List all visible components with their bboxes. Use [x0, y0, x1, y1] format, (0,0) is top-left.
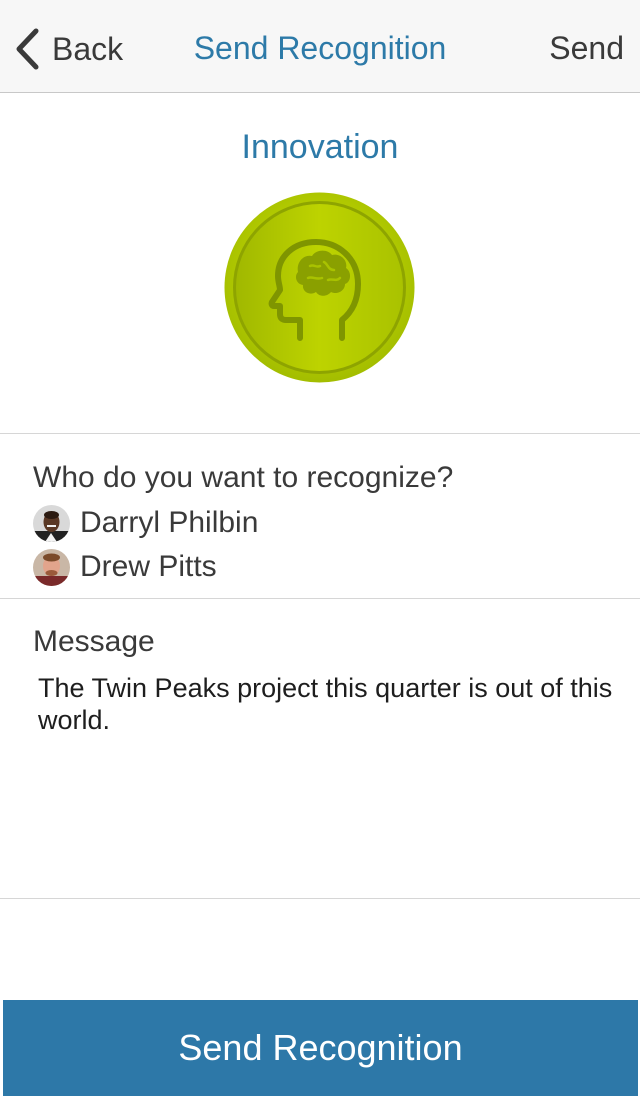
badge-title: Innovation: [241, 128, 399, 166]
avatar: [33, 504, 70, 542]
recipient-name: Drew Pitts: [80, 550, 217, 583]
recipient-name: Darryl Philbin: [80, 506, 259, 539]
chevron-left-icon: [14, 28, 40, 70]
message-section: Message The Twin Peaks project this quar…: [0, 599, 640, 899]
head-brain-icon: [224, 192, 415, 383]
back-button[interactable]: Back: [14, 26, 123, 72]
message-label: Message: [33, 625, 155, 658]
send-recognition-screen: Back Send Recognition Send Innovation Wh…: [0, 0, 640, 1096]
badge-medal[interactable]: [224, 192, 415, 383]
message-input[interactable]: The Twin Peaks project this quarter is o…: [38, 672, 618, 872]
recipients-section: Who do you want to recognize? Darryl Phi…: [0, 434, 640, 599]
badge-section: Innovation: [0, 93, 640, 434]
recipients-prompt: Who do you want to recognize?: [33, 461, 454, 494]
send-recognition-button[interactable]: Send Recognition: [3, 1000, 638, 1096]
recipient-item[interactable]: Darryl Philbin: [33, 504, 258, 542]
back-label: Back: [52, 30, 124, 67]
recipient-item[interactable]: Drew Pitts: [33, 548, 217, 586]
send-nav-button[interactable]: Send: [549, 30, 624, 67]
navigation-bar: Back Send Recognition Send: [0, 0, 640, 93]
avatar: [33, 548, 70, 586]
